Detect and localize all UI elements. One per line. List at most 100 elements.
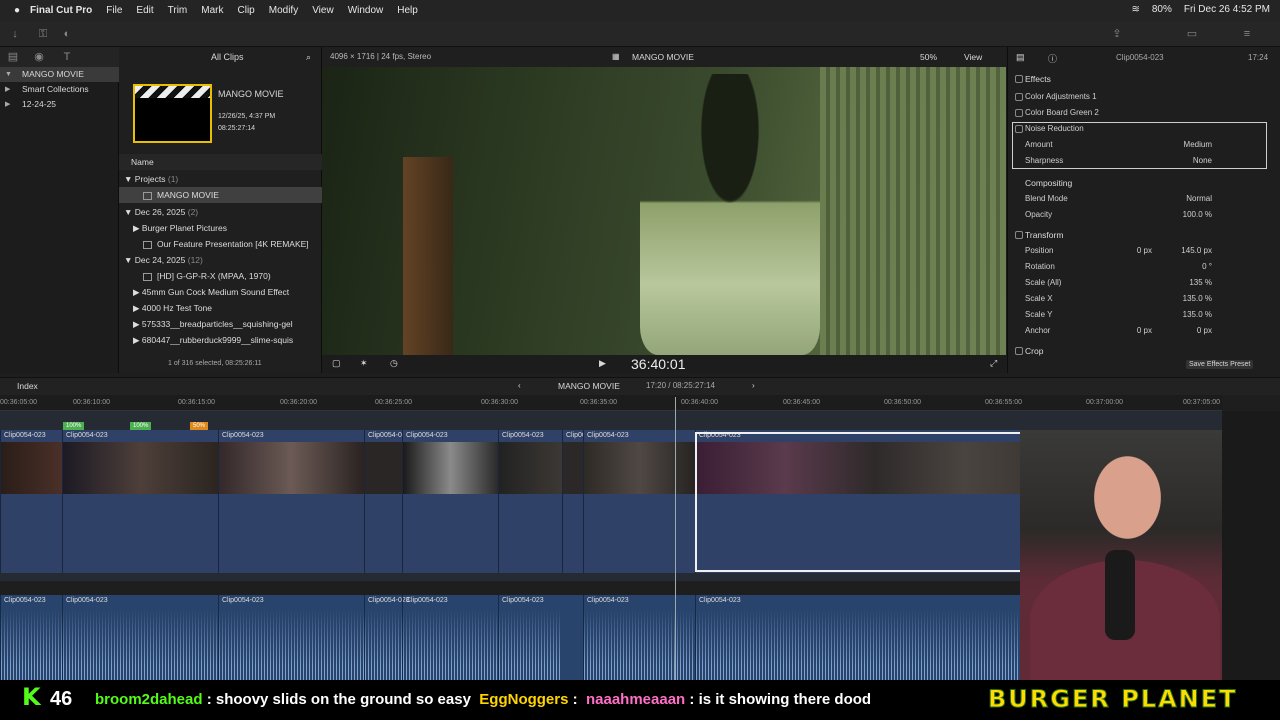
forward-arrow-icon[interactable]: › (752, 381, 755, 390)
browser-row[interactable]: ▶ 575333__breadparticles__squishing-gel (119, 316, 322, 332)
save-effects-preset-button[interactable]: Save Effects Preset (1186, 360, 1254, 369)
anchor-x[interactable]: 0 px (1137, 323, 1152, 339)
scale-all-value[interactable]: 135 % (1189, 275, 1212, 291)
menu-app-name[interactable]: Final Cut Pro (30, 5, 92, 16)
video-clip[interactable]: Clip0054-023 (0, 430, 62, 573)
layout-icon[interactable]: ▭ (1185, 27, 1199, 41)
photos-icon[interactable]: ◉ (32, 50, 46, 64)
audio-clip[interactable]: Clip0054-023 (402, 595, 498, 680)
effect-color-adjustments[interactable]: Color Adjustments 1 (1010, 89, 1272, 105)
share-icon[interactable]: ⇪ (1110, 27, 1124, 41)
audio-clip[interactable]: Clip0054-023 (218, 595, 364, 680)
effect-noise-reduction[interactable]: Noise Reduction (1010, 121, 1272, 137)
browser-row[interactable]: ▶ 680447__rubberduck9999__slime-squis (119, 332, 322, 348)
scale-x-value[interactable]: 135.0 % (1183, 291, 1212, 307)
video-clip[interactable]: Clip0054-023 (62, 430, 218, 573)
noise-amount-dropdown[interactable]: Medium (1184, 137, 1212, 153)
library-item-event[interactable]: ▶ 12-24-25 (0, 97, 119, 112)
position-x[interactable]: 0 px (1137, 243, 1152, 259)
clip-filter-dropdown[interactable]: All Clips (211, 52, 244, 62)
import-icon[interactable]: ↓ (8, 27, 22, 41)
enhance-icon[interactable]: ✶ (360, 358, 368, 369)
menu-edit[interactable]: Edit (136, 5, 153, 16)
browser-row[interactable]: ▶ 4000 Hz Test Tone (119, 300, 322, 316)
effects-section[interactable]: Effects (1010, 71, 1272, 87)
menu-mark[interactable]: Mark (201, 5, 223, 16)
zoom-dropdown[interactable]: 50% (920, 52, 937, 62)
index-button[interactable]: Index (17, 381, 38, 391)
menu-clock[interactable]: Fri Dec 26 4:52 PM (1184, 4, 1270, 15)
keyword-icon[interactable]: ⚿ (36, 27, 50, 41)
video-inspector-icon[interactable]: ▤ (1016, 52, 1025, 63)
transform-icon[interactable]: ▢ (332, 358, 341, 369)
menu-window[interactable]: Window (348, 5, 384, 16)
menu-clip[interactable]: Clip (238, 5, 255, 16)
video-clip[interactable]: Clip0054-023 (583, 430, 695, 573)
menu-trim[interactable]: Trim (168, 5, 188, 16)
browser-row[interactable]: ▶ Burger Planet Pictures (119, 220, 322, 236)
audio-clip[interactable]: Clip0054-023 (498, 595, 562, 680)
background-tasks-icon[interactable]: ◐ (60, 27, 74, 41)
transform-section[interactable]: Transform (1010, 227, 1272, 243)
browser-row[interactable]: [HD] G-GP-R-X (MPAA, 1970) (119, 268, 322, 284)
titles-icon[interactable]: T (60, 50, 74, 64)
scale-y-value[interactable]: 135.0 % (1183, 307, 1212, 323)
rotation-value[interactable]: 0 ° (1202, 259, 1212, 275)
checkbox[interactable] (1015, 75, 1023, 83)
audio-clip[interactable]: Clip0054-023 (364, 595, 410, 680)
battery-label[interactable]: 80% (1152, 4, 1172, 15)
checkbox[interactable] (1015, 347, 1023, 355)
playhead[interactable] (675, 397, 676, 680)
video-clip[interactable]: Clip0054-023 (498, 430, 562, 573)
browser-row[interactable]: MANGO MOVIE (119, 187, 322, 203)
video-clip[interactable]: Clip0054-023 (364, 430, 410, 573)
disclosure-right-icon[interactable]: ▶ (5, 82, 10, 97)
inspector-toggle-icon[interactable]: ≡ (1240, 27, 1254, 41)
disclosure-right-icon[interactable]: ▶ (5, 97, 10, 112)
group-projects[interactable]: ▼ Projects (1) (119, 171, 322, 187)
timeline-ruler[interactable]: 00:36:05:00 00:36:10:00 00:36:15:00 00:3… (0, 395, 1222, 411)
video-clip[interactable]: Clip0054-023 (402, 430, 498, 573)
browser-row[interactable]: Our Feature Presentation [4K REMAKE] (119, 236, 322, 252)
checkbox[interactable] (1015, 231, 1023, 239)
fullscreen-icon[interactable]: ⤢ (990, 358, 997, 369)
compositing-section[interactable]: Compositing (1010, 175, 1272, 191)
menu-help[interactable]: Help (397, 5, 418, 16)
library-item-smart-collections[interactable]: ▶ Smart Collections (0, 82, 119, 97)
checkbox[interactable] (1015, 109, 1023, 117)
effect-color-board[interactable]: Color Board Green 2 (1010, 105, 1272, 121)
library-icon[interactable]: ▤ (6, 50, 20, 64)
back-arrow-icon[interactable]: ‹ (518, 381, 521, 390)
column-header-name[interactable]: Name (119, 154, 322, 170)
checkbox[interactable] (1015, 93, 1023, 101)
disclosure-down-icon[interactable]: ▼ (5, 67, 12, 82)
group-dec-26[interactable]: ▼ Dec 26, 2025 (2) (119, 204, 322, 220)
audio-clip[interactable]: Clip0054-023 (0, 595, 62, 680)
audio-clip[interactable]: Clip0054-023 (62, 595, 218, 680)
crop-section[interactable]: Crop (1010, 343, 1272, 359)
video-clip[interactable]: Clip0054-023 (218, 430, 364, 573)
position-y[interactable]: 145.0 px (1181, 243, 1212, 259)
info-icon[interactable]: ⓘ (1048, 52, 1057, 65)
opacity-value[interactable]: 100.0 % (1183, 207, 1212, 223)
audio-clip[interactable]: Clip0054-023 (695, 595, 1022, 680)
play-icon[interactable]: ▶ (599, 358, 606, 369)
apple-icon[interactable]: ● (14, 5, 20, 16)
checkbox[interactable] (1015, 125, 1023, 133)
menu-file[interactable]: File (106, 5, 122, 16)
menu-view[interactable]: View (312, 5, 334, 16)
wifi-icon[interactable]: ≋ (1131, 4, 1139, 15)
speed-icon[interactable]: ◷ (390, 358, 398, 369)
audio-clip[interactable]: Clip0054-023 (583, 595, 695, 680)
video-clip[interactable]: Clip0054-023 (562, 430, 608, 573)
view-dropdown[interactable]: View (964, 52, 982, 62)
project-thumbnail[interactable] (133, 84, 212, 143)
group-dec-24[interactable]: ▼ Dec 24, 2025 (12) (119, 252, 322, 268)
blend-mode-dropdown[interactable]: Normal (1186, 191, 1212, 207)
library-item-mango-movie[interactable]: ▼ MANGO MOVIE (0, 67, 119, 82)
noise-sharpness-dropdown[interactable]: None (1193, 153, 1212, 169)
menu-modify[interactable]: Modify (269, 5, 298, 16)
anchor-y[interactable]: 0 px (1197, 323, 1212, 339)
search-icon[interactable]: ⌕ (306, 52, 311, 63)
browser-row[interactable]: ▶ 45mm Gun Cock Medium Sound Effect (119, 284, 322, 300)
